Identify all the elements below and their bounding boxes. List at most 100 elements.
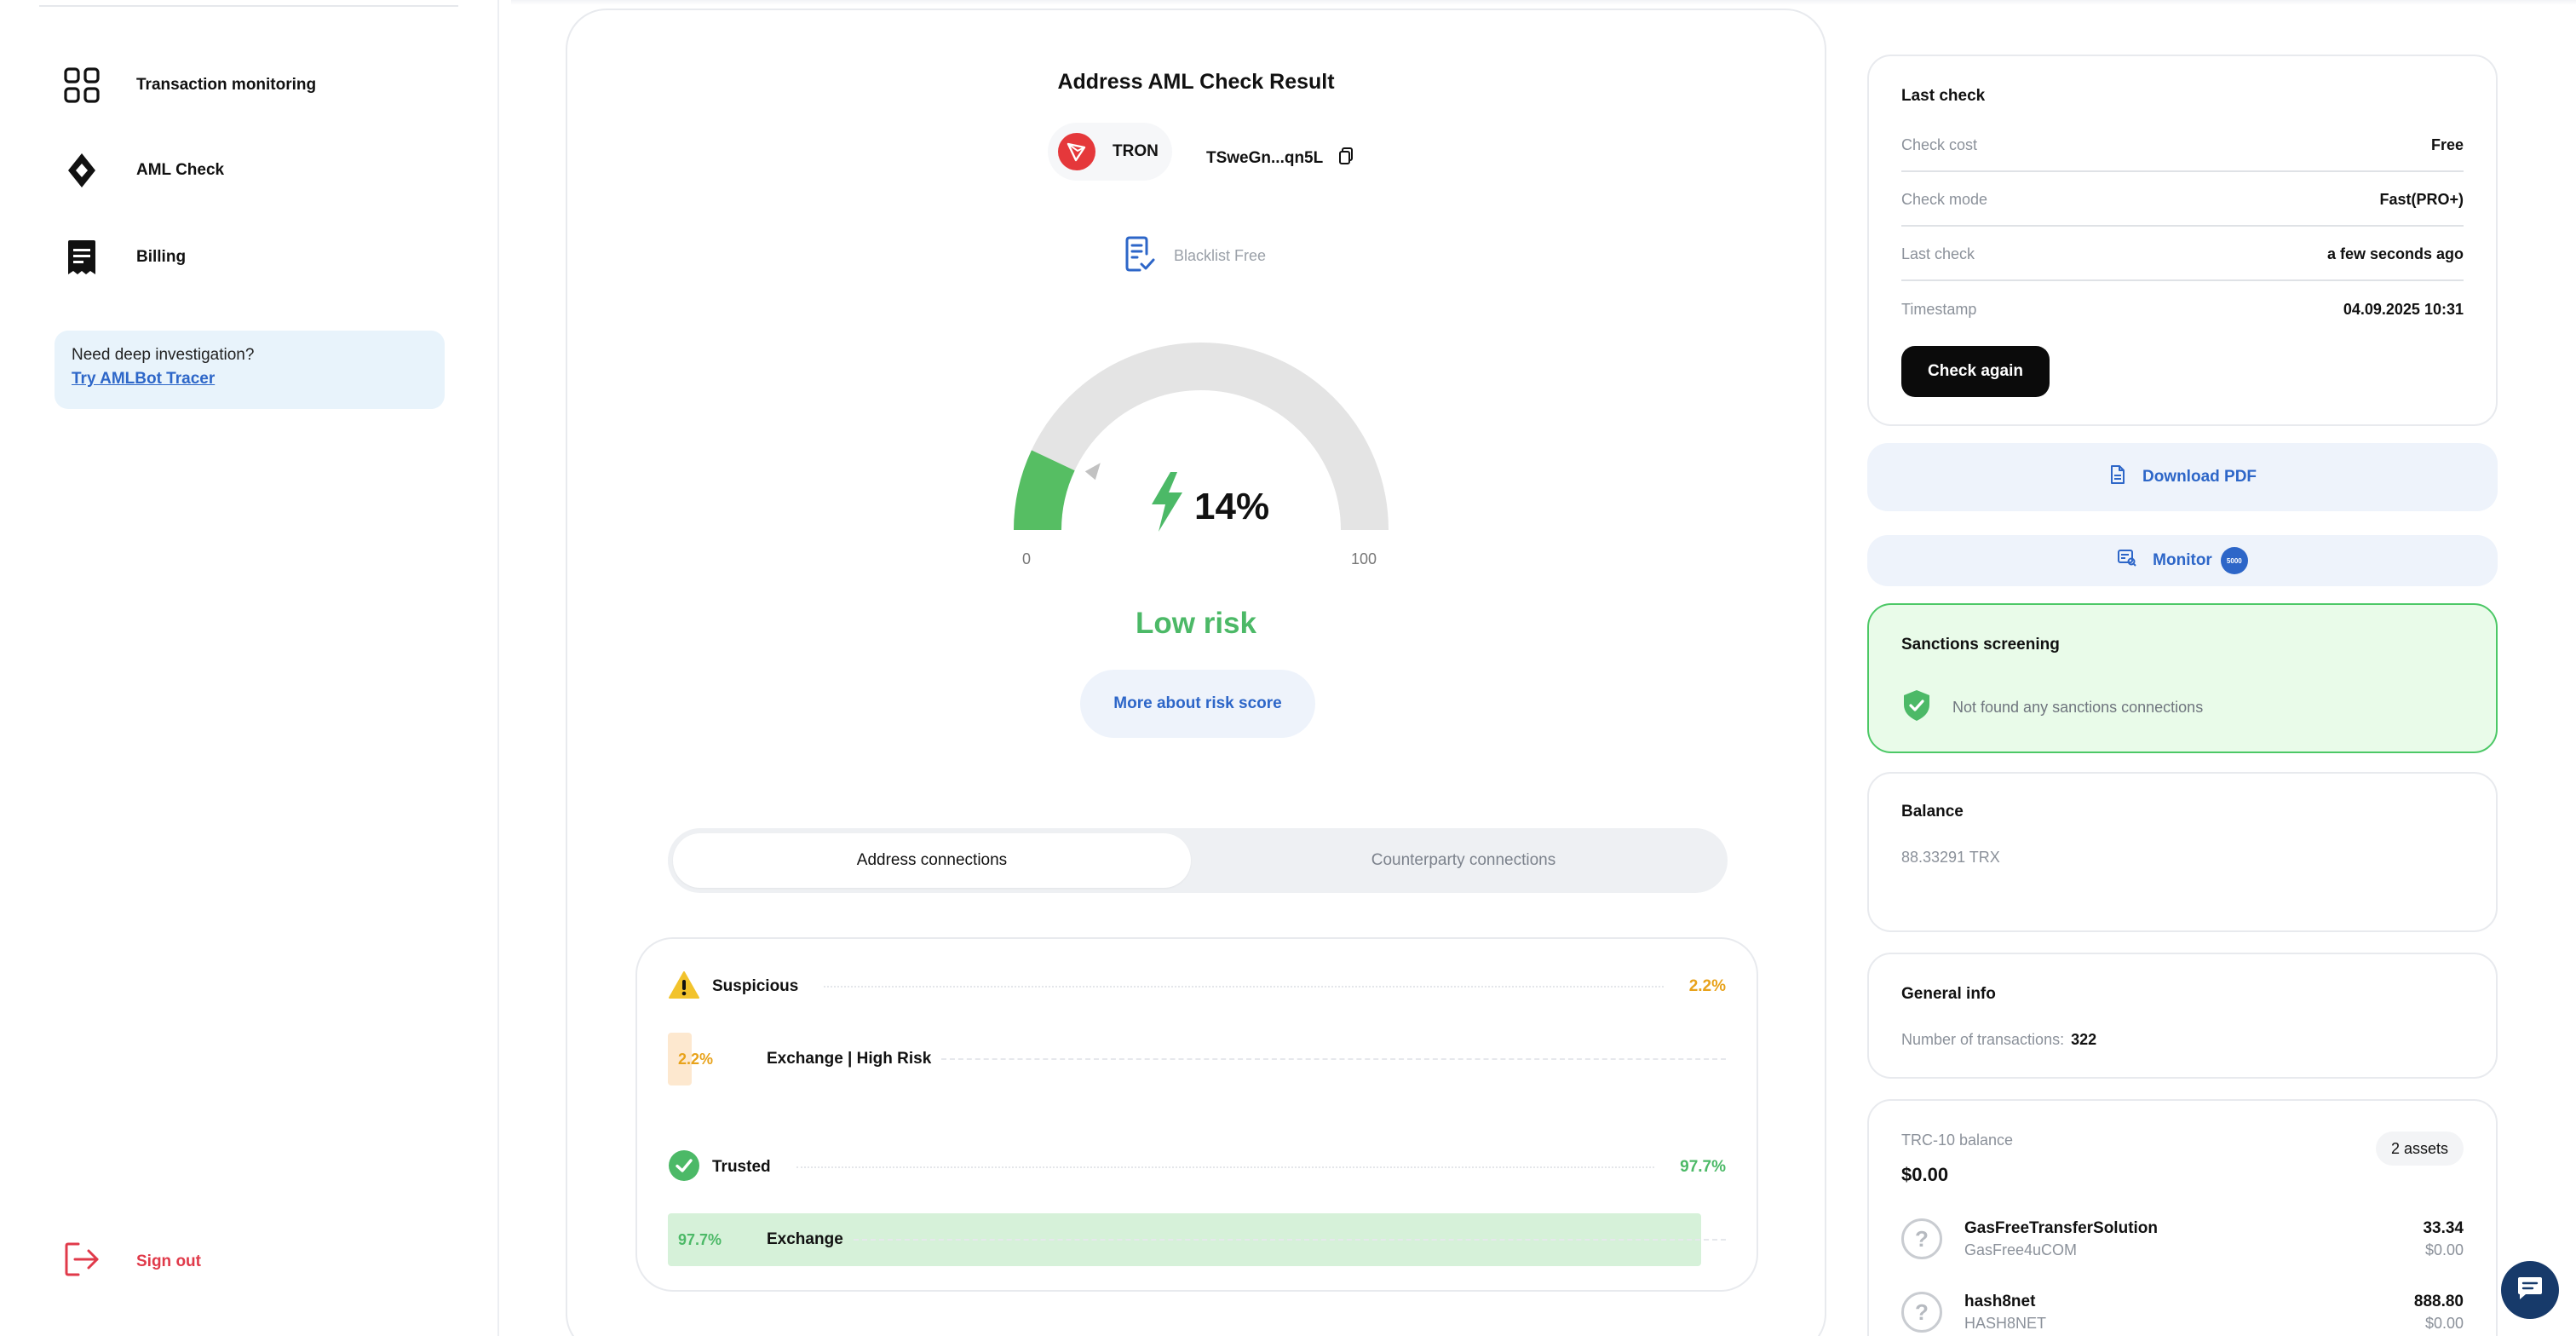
address-text: TSweGn...qn5L [1206,149,1324,167]
last-check-card: Last check Check cost Free Check mode Fa… [1867,55,2498,426]
dashed-leader [941,1058,1726,1060]
asset-amount: 33.34 [2423,1218,2464,1237]
sidebar-item-label: AML Check [136,161,225,179]
dashed-leader [853,1239,1726,1241]
asset-usd: $0.00 [2424,1241,2464,1258]
balance-value: 88.33291 TRX [1901,849,2000,866]
sidebar-item-transaction-monitoring[interactable]: Transaction monitoring [60,60,451,111]
trc10-balance-card: TRC-10 balance 2 assets $0.00 ? GasFreeT… [1867,1099,2498,1336]
assets-count-badge: 2 assets [2375,1132,2464,1166]
category-name: Suspicious [712,977,799,995]
promo-question: Need deep investigation? [72,346,255,364]
transactions-value: 322 [2071,1031,2097,1048]
sign-out-button[interactable]: Sign out [63,1241,201,1282]
blacklist-status: Blacklist Free [1124,235,1266,277]
sidebar-item-billing[interactable]: Billing [60,232,451,283]
asset-symbol: HASH8NET [1964,1314,2047,1332]
warning-icon [668,970,700,1004]
info-value: Fast(PRO+) [2379,190,2464,208]
info-key: Check cost [1901,135,1978,153]
tracer-promo: Need deep investigation? Try AMLBot Trac… [55,331,445,409]
balance-card: Balance 88.33291 TRX [1867,772,2498,932]
category-name: Trusted [712,1158,771,1176]
network-name: TRON [1113,142,1159,160]
card-title: Last check [1901,87,1986,105]
sidebar-item-aml-check[interactable]: AML Check [60,145,451,196]
page-title: Address AML Check Result [1057,70,1335,94]
dotted-leader [796,1166,1655,1168]
asset-name: hash8net [1964,1292,2036,1310]
aml-result-card: Address AML Check Result TRON TSweGn...q… [566,9,1826,1336]
connection-name: Exchange | High Risk [767,1050,932,1068]
asset-symbol: GasFree4uCOM [1964,1241,2078,1258]
network-pill: TRON [1048,123,1172,181]
try-tracer-link[interactable]: Try AMLBot Tracer [72,370,215,389]
asset-row[interactable]: ? hash8net HASH8NET 888.80 $0.00 [1901,1285,2464,1336]
divider [39,5,458,7]
general-info-card: General info Number of transactions: 322 [1867,953,2498,1079]
category-suspicious: Suspicious 2.2% [668,970,1726,1004]
gauge-fill [1014,450,1075,531]
sign-out-icon [63,1241,101,1282]
risk-score: 14% [1194,486,1269,527]
info-row-timestamp: Timestamp 04.09.2025 10:31 [1901,283,2464,336]
shield-check-icon [1901,688,1932,727]
chat-icon [2516,1276,2544,1305]
info-value: Free [2430,135,2464,153]
gauge-pointer [1084,463,1101,481]
info-key: Last check [1901,245,1975,262]
sidebar-item-label: Billing [136,248,187,266]
category-percent: 2.2% [1688,977,1726,995]
more-about-risk-button[interactable]: More about risk score [1080,670,1315,738]
transactions-count: Number of transactions: 322 [1901,1031,2096,1049]
info-key: Timestamp [1901,300,1977,318]
copy-icon[interactable] [1338,147,1354,170]
unknown-token-icon: ? [1901,1292,1942,1333]
info-key: Check mode [1901,190,1988,208]
card-title: Balance [1901,803,1964,821]
category-trusted: Trusted 97.7% [668,1149,1726,1186]
asset-name: GasFreeTransferSolution [1964,1218,2159,1237]
sidebar-item-label: Transaction monitoring [136,76,317,94]
connection-percent: 97.7% [678,1230,722,1248]
connection-percent: 2.2% [678,1050,714,1068]
tab-counterparty-connections[interactable]: Counterparty connections [1205,833,1722,888]
document-check-icon [1124,235,1155,277]
transactions-label: Number of transactions: [1901,1031,2065,1048]
chat-button[interactable] [2501,1261,2559,1319]
asset-usd: $0.00 [2424,1314,2464,1332]
connection-row[interactable]: 97.7% Exchange [668,1213,1726,1266]
monitor-button[interactable]: Monitor 5000 [1867,535,2498,586]
info-value: a few seconds ago [2326,245,2464,262]
gauge-min-label: 0 [1022,550,1032,567]
monitor-label: Monitor [2153,551,2212,569]
sign-out-label: Sign out [136,1252,201,1270]
unknown-token-icon: ? [1901,1218,1942,1259]
category-percent: 97.7% [1680,1158,1726,1176]
address: TSweGn...qn5L [1206,147,1354,170]
gauge-max-label: 100 [1351,550,1377,567]
sanctions-text: Not found any sanctions connections [1952,699,2204,716]
risk-gauge: 14% 0 100 [1014,341,1389,579]
download-pdf-label: Download PDF [2142,468,2257,486]
asset-row[interactable]: ? GasFreeTransferSolution GasFree4uCOM 3… [1901,1212,2464,1266]
check-circle-icon [668,1149,700,1186]
card-title: General info [1901,985,1996,1003]
download-pdf-button[interactable]: Download PDF [1867,443,2498,511]
pdf-icon [2108,464,2127,490]
monitor-icon [2117,549,2137,573]
tab-address-connections[interactable]: Address connections [673,833,1191,888]
check-again-button[interactable]: Check again [1901,346,2050,397]
sanctions-card: Sanctions screening Not found any sancti… [1867,603,2498,753]
lightning-icon [1152,472,1182,532]
receipt-icon [60,235,104,279]
header-shadow [511,0,2576,5]
info-row-check-mode: Check mode Fast(PRO+) [1901,174,2464,227]
blacklist-label: Blacklist Free [1174,247,1267,264]
asset-amount: 888.80 [2413,1292,2464,1310]
card-title: Sanctions screening [1901,636,2060,654]
info-row-last-check: Last check a few seconds ago [1901,228,2464,281]
dotted-leader [824,986,1664,988]
connection-row[interactable]: 2.2% Exchange | High Risk [668,1033,1726,1086]
tron-icon [1058,133,1095,170]
